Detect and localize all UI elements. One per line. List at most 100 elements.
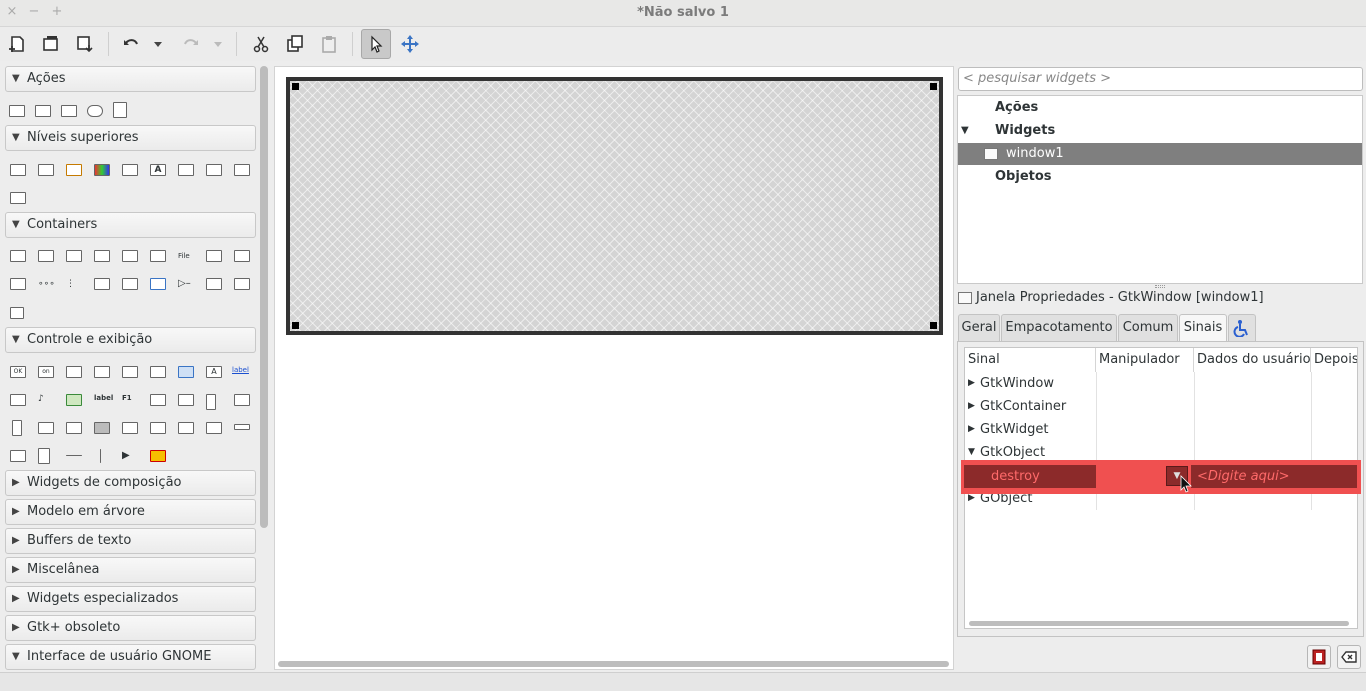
vseparator-dots-icon[interactable]: ⋮ — [66, 278, 82, 290]
open-project-button[interactable] — [36, 29, 66, 59]
input-dialog-icon[interactable] — [178, 164, 194, 176]
column-header-dados-usuario[interactable]: Dados do usuário — [1194, 348, 1311, 372]
link-button-widget-icon[interactable]: label — [232, 366, 252, 378]
resize-handle[interactable] — [292, 322, 299, 329]
alignment-icon[interactable] — [122, 278, 138, 290]
label-widget-icon[interactable]: label — [94, 394, 114, 406]
radio-action-icon[interactable] — [61, 105, 77, 117]
column-header-manipulador[interactable]: Manipulador — [1096, 348, 1194, 372]
palette-category-miscelanea[interactable]: ▶ Miscelânea — [5, 557, 256, 583]
drag-resize-mode-button[interactable] — [395, 29, 425, 59]
viewport-icon[interactable] — [206, 278, 222, 290]
hruler-widget-icon[interactable] — [206, 422, 222, 434]
expanded-arrow-icon[interactable]: ▼ — [961, 120, 969, 142]
layout-icon[interactable] — [94, 278, 110, 290]
undo-button[interactable] — [116, 29, 146, 59]
arrow-widget-icon[interactable]: ▶ — [122, 450, 138, 462]
paste-button[interactable] — [314, 29, 344, 59]
collapsed-arrow-icon[interactable]: ▶ — [968, 418, 975, 441]
tab-empacotamento[interactable]: Empacotamento — [1001, 314, 1117, 342]
column-header-depois[interactable]: Depois — [1311, 348, 1357, 372]
file-chooser-dialog-icon[interactable] — [122, 164, 138, 176]
pane-resize-grip[interactable] — [1155, 285, 1165, 288]
combo-box-entry-widget-icon[interactable] — [66, 422, 82, 434]
action-group-icon[interactable] — [113, 102, 127, 118]
palette-scrollbar[interactable] — [260, 66, 268, 528]
font-button-widget-icon[interactable]: A — [206, 366, 222, 378]
notebook-icon[interactable] — [94, 250, 110, 262]
resize-handle[interactable] — [930, 322, 937, 329]
palette-category-containers[interactable]: ▼ Containers — [5, 212, 256, 238]
collapsed-arrow-icon[interactable]: ▶ — [968, 395, 975, 418]
toolbar-container-icon[interactable] — [10, 307, 24, 319]
vscrollbar-widget-icon[interactable] — [12, 420, 22, 436]
color-button-widget-icon[interactable] — [178, 366, 194, 378]
tab-comum[interactable]: Comum — [1118, 314, 1178, 342]
file-button-widget-icon[interactable] — [150, 366, 166, 378]
tab-sinais[interactable]: Sinais — [1179, 314, 1227, 342]
hscrollbar-widget-icon[interactable] — [234, 394, 250, 406]
redo-button[interactable] — [176, 29, 206, 59]
expander-icon[interactable]: ▷– — [178, 278, 194, 290]
vseparator-line-icon[interactable] — [100, 449, 101, 463]
canvas-horizontal-scrollbar[interactable] — [278, 661, 949, 667]
toggle-action-icon[interactable] — [35, 105, 51, 117]
recent-action-icon[interactable] — [87, 105, 103, 117]
recent-chooser-dialog-icon[interactable] — [234, 164, 250, 176]
redo-history-dropdown[interactable] — [208, 29, 228, 59]
button-widget-icon[interactable]: OK — [10, 366, 26, 378]
hseparator-dots-icon[interactable]: ∘∘∘ — [38, 278, 55, 290]
tree-item-widgets[interactable]: ▼ Widgets — [958, 120, 1362, 142]
text-view-widget-icon[interactable] — [122, 422, 138, 434]
cut-button[interactable] — [246, 29, 276, 59]
palette-category-acoes[interactable]: ▼ Ações — [5, 66, 256, 92]
widget-search-input[interactable]: < pesquisar widgets > — [958, 67, 1363, 91]
palette-category-widgets-especializados[interactable]: ▶ Widgets especializados — [5, 586, 256, 612]
signal-row-destroy[interactable]: ▼ destroy <Digite aqui> — [961, 460, 1361, 494]
scrolled-window-icon[interactable] — [234, 278, 250, 290]
message-dialog-icon[interactable] — [206, 164, 222, 176]
hseparator-line-icon[interactable] — [66, 455, 82, 456]
user-data-field[interactable]: <Digite aqui> — [1197, 465, 1290, 488]
signal-group-row[interactable]: ▶ GtkContainer — [965, 395, 1357, 418]
progress-bar-widget-icon[interactable] — [94, 422, 110, 434]
resize-handle[interactable] — [930, 83, 937, 90]
collapsed-arrow-icon[interactable]: ▶ — [968, 372, 975, 395]
fixed-icon[interactable] — [150, 250, 166, 262]
calendar-widget-icon[interactable] — [10, 450, 26, 462]
palette-category-modelo-arvore[interactable]: ▶ Modelo em árvore — [5, 499, 256, 525]
copy-button[interactable] — [280, 29, 310, 59]
save-project-button[interactable] — [70, 29, 100, 59]
vbox-icon[interactable] — [38, 250, 54, 262]
assistant-icon[interactable] — [10, 192, 26, 204]
tab-accessibility[interactable] — [1228, 314, 1256, 342]
combo-box-widget-icon[interactable] — [38, 422, 54, 434]
radio-button-widget-icon[interactable] — [122, 366, 138, 378]
palette-category-widgets-composicao[interactable]: ▶ Widgets de composição — [5, 470, 256, 496]
palette-category-niveis-superiores[interactable]: ▼ Níveis superiores — [5, 125, 256, 151]
hbox-icon[interactable] — [10, 250, 26, 262]
toggle-button-widget-icon[interactable]: on — [38, 366, 54, 378]
icon-view-widget-icon[interactable] — [178, 422, 194, 434]
vpaned-icon[interactable] — [10, 278, 26, 290]
clear-button[interactable] — [1337, 645, 1361, 669]
scale-button-widget-icon[interactable] — [10, 394, 26, 406]
vscale-widget-icon[interactable] — [206, 394, 216, 410]
resize-handle[interactable] — [292, 83, 299, 90]
column-header-sinal[interactable]: Sinal — [965, 348, 1096, 372]
palette-category-gtk-obsoleto[interactable]: ▶ Gtk+ obsoleto — [5, 615, 256, 641]
select-mode-button[interactable] — [361, 29, 391, 59]
entry-widget-icon[interactable] — [150, 394, 166, 406]
button-box-icon[interactable] — [206, 250, 222, 262]
image-widget-icon[interactable] — [66, 394, 82, 406]
tree-view-widget-icon[interactable] — [150, 422, 166, 434]
event-box-icon[interactable] — [150, 278, 166, 290]
palette-category-buffers-texto[interactable]: ▶ Buffers de texto — [5, 528, 256, 554]
undo-history-dropdown[interactable] — [148, 29, 168, 59]
new-project-button[interactable] — [2, 29, 32, 59]
signal-group-row[interactable]: ▶ GtkWidget — [965, 418, 1357, 441]
tree-item-acoes[interactable]: Ações — [958, 97, 1362, 119]
frame-icon[interactable] — [122, 250, 138, 262]
check-button-widget-icon[interactable] — [66, 366, 82, 378]
dialog-icon[interactable] — [38, 164, 54, 176]
